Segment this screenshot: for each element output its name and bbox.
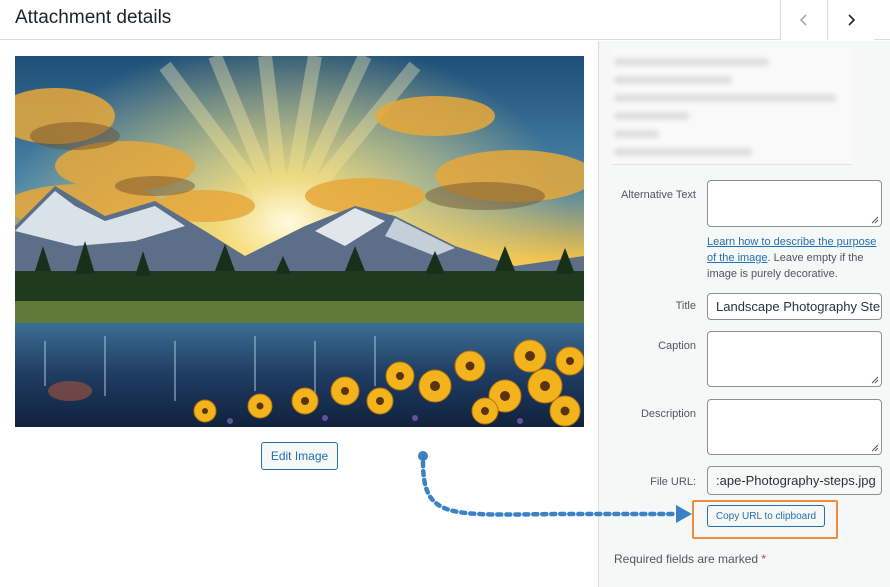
copy-url-button[interactable]: Copy URL to clipboard xyxy=(707,505,825,527)
required-fields-note: Required fields are marked * xyxy=(614,552,766,566)
next-attachment-button[interactable] xyxy=(827,0,874,40)
required-note-text: Required fields are marked xyxy=(614,552,759,566)
info-divider xyxy=(612,164,852,165)
edit-image-button[interactable]: Edit Image xyxy=(261,442,338,470)
resize-grip-icon[interactable] xyxy=(870,375,879,384)
alt-text-label: Alternative Text xyxy=(620,189,696,201)
chevron-left-icon xyxy=(799,14,807,26)
alt-text-field[interactable] xyxy=(707,180,882,227)
description-field[interactable] xyxy=(707,399,882,455)
chevron-right-icon xyxy=(848,14,856,26)
caption-field[interactable] xyxy=(707,331,882,387)
resize-grip-icon[interactable] xyxy=(870,443,879,452)
modal-header: Attachment details xyxy=(0,0,890,40)
title-input[interactable]: Landscape Photography Ste xyxy=(707,293,882,320)
alt-text-help: Learn how to describe the purpose of the… xyxy=(707,234,883,282)
file-url-label: File URL: xyxy=(650,476,696,488)
required-star: * xyxy=(761,552,767,566)
previous-attachment-button[interactable] xyxy=(780,0,827,40)
page-title: Attachment details xyxy=(15,7,172,28)
file-info-blurred xyxy=(612,48,852,163)
file-url-input[interactable]: :ape-Photography-steps.jpg xyxy=(707,466,882,495)
media-preview-area: Edit Image xyxy=(0,41,598,587)
description-label: Description xyxy=(640,408,696,420)
caption-label: Caption xyxy=(658,340,696,352)
title-label: Title xyxy=(675,300,696,312)
resize-grip-icon[interactable] xyxy=(870,215,879,224)
attachment-image xyxy=(15,56,584,427)
